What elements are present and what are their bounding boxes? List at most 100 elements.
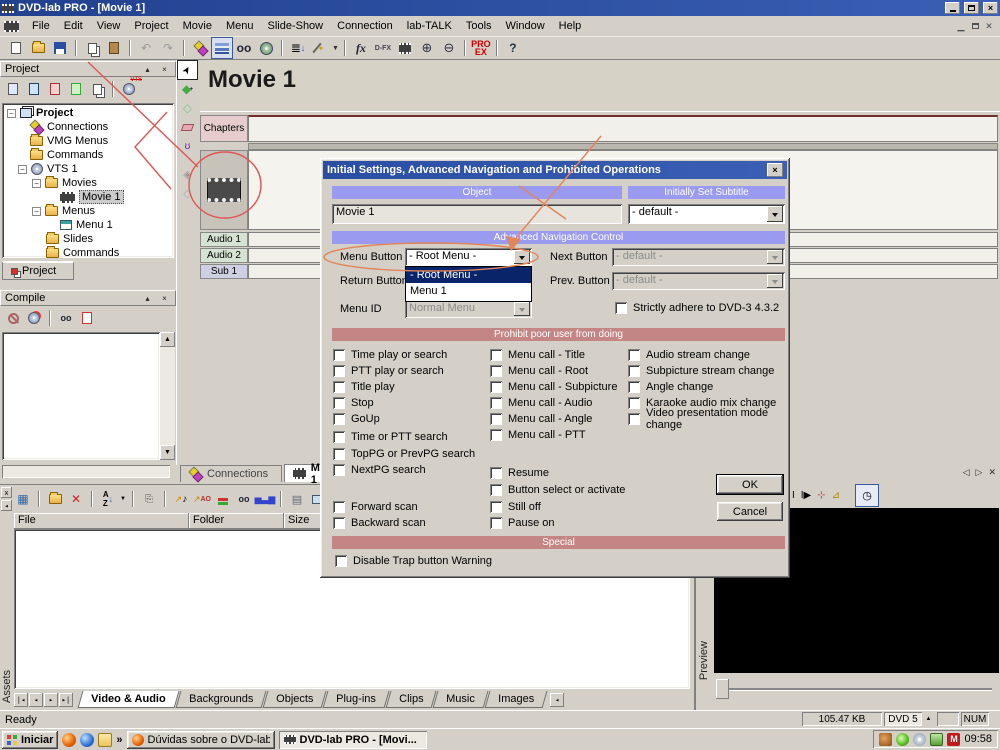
checkbox[interactable] bbox=[628, 397, 640, 409]
dropdown-item-root-menu[interactable]: - Root Menu - bbox=[406, 267, 531, 283]
mdi-minimize-button[interactable]: ▁ bbox=[954, 21, 968, 32]
checkbox[interactable] bbox=[333, 413, 345, 425]
quicklaunch-folder-icon[interactable] bbox=[98, 732, 113, 747]
close-button[interactable]: × bbox=[983, 2, 998, 14]
dropdown-arrow-icon[interactable] bbox=[514, 250, 530, 264]
menu-movie[interactable]: Movie bbox=[176, 18, 219, 34]
extract-audio-icon[interactable]: ↗ ♪ bbox=[172, 491, 190, 508]
checkbox[interactable] bbox=[490, 349, 502, 361]
add-object-icon[interactable] bbox=[88, 81, 106, 98]
prohibit-checkbox-row[interactable]: Menu call - Audio bbox=[490, 396, 592, 410]
dock-right-icon[interactable]: ▷ bbox=[976, 467, 983, 478]
pointer-tool-icon[interactable]: ➤ bbox=[178, 61, 197, 79]
chapter-snap-icon[interactable]: ⊿ bbox=[832, 490, 840, 501]
checkbox[interactable] bbox=[490, 467, 502, 479]
checkbox[interactable] bbox=[490, 484, 502, 496]
panel-close-icon[interactable]: × bbox=[158, 65, 171, 74]
tree-node-movies[interactable]: − Movies bbox=[2, 176, 174, 190]
prohibit-checkbox-row[interactable]: Time play or search bbox=[333, 348, 447, 362]
prohibit-checkbox-row[interactable]: Menu call - Angle bbox=[490, 412, 592, 426]
stop-compile-icon[interactable] bbox=[4, 310, 22, 327]
eraser-tool-icon[interactable] bbox=[178, 118, 197, 136]
disable-trap-checkbox[interactable] bbox=[335, 555, 347, 567]
tray-icon-miranda[interactable]: M bbox=[947, 732, 961, 746]
extract-ac3-icon[interactable]: ↗ AO bbox=[193, 491, 211, 508]
tray-icon-2[interactable] bbox=[896, 732, 910, 746]
tab-next-icon[interactable]: ▸ bbox=[44, 692, 58, 707]
paste-button[interactable] bbox=[104, 38, 124, 58]
add-chapter-tool-icon[interactable]: ◆ + bbox=[178, 80, 197, 98]
sort-dropdown-arrow[interactable]: ▼ bbox=[120, 496, 126, 502]
zoom-out-button[interactable]: ⊖ bbox=[439, 38, 459, 58]
prohibit-checkbox-row[interactable]: Video presentation mode change bbox=[628, 407, 790, 431]
group-tool-icon[interactable]: ʊ bbox=[178, 137, 197, 155]
frame-start-icon[interactable]: I bbox=[792, 490, 795, 501]
prohibit-checkbox-row[interactable]: GoUp bbox=[333, 412, 380, 426]
mdi-restore-button[interactable] bbox=[968, 21, 982, 31]
tab-connections[interactable]: Connections bbox=[180, 465, 282, 482]
inspect-icon[interactable]: oo bbox=[235, 491, 253, 508]
tab-first-icon[interactable]: |◂ bbox=[14, 692, 28, 707]
dropdown-item-menu1[interactable]: Menu 1 bbox=[406, 283, 531, 299]
cell-tool-icon[interactable]: ◇ bbox=[178, 184, 197, 202]
prohibit-checkbox-row[interactable]: Audio stream change bbox=[628, 348, 750, 362]
undo-button[interactable]: ↶ bbox=[136, 38, 156, 58]
preview-close-icon[interactable]: ✕ bbox=[988, 467, 996, 478]
dropdown-arrow-icon[interactable] bbox=[767, 206, 783, 222]
tree-node-menu1[interactable]: Menu 1 bbox=[2, 218, 174, 232]
quicklaunch-browser-icon[interactable] bbox=[80, 732, 95, 747]
video-track-label[interactable] bbox=[200, 150, 248, 230]
waveform-icon[interactable]: ▅▃▆ bbox=[255, 491, 276, 508]
ok-button[interactable]: OK bbox=[716, 474, 784, 495]
checkbox[interactable] bbox=[490, 397, 502, 409]
add-picture-icon[interactable] bbox=[67, 81, 85, 98]
scroll-down-icon[interactable]: ▼ bbox=[160, 445, 175, 460]
checkbox[interactable] bbox=[490, 413, 502, 425]
new-project-button[interactable] bbox=[6, 38, 26, 58]
tree-node-slides[interactable]: Slides bbox=[2, 232, 174, 246]
check-log-icon[interactable]: oo bbox=[57, 310, 75, 327]
menu-labtalk[interactable]: lab-TALK bbox=[400, 18, 459, 34]
transcode-button[interactable] bbox=[256, 38, 276, 58]
prohibit-checkbox-row[interactable]: Menu call - Subpicture bbox=[490, 380, 617, 394]
column-header-folder[interactable]: Folder bbox=[189, 513, 284, 529]
restore-button[interactable] bbox=[964, 2, 979, 14]
sub1-track-label[interactable]: Sub 1 bbox=[200, 264, 248, 279]
open-button[interactable] bbox=[28, 38, 48, 58]
view-mode-icon[interactable]: ▦ bbox=[14, 491, 32, 508]
quicklaunch-firefox-icon[interactable] bbox=[62, 732, 77, 747]
prohibit-checkbox-row[interactable]: Angle change bbox=[628, 380, 713, 394]
wizard-dropdown-arrow[interactable]: ▼ bbox=[332, 45, 339, 52]
checkbox[interactable] bbox=[490, 517, 502, 529]
assets-tab-video-audio[interactable]: Video & Audio bbox=[77, 691, 179, 708]
prohibit-checkbox-row[interactable]: Backward scan bbox=[333, 516, 426, 530]
checkbox[interactable] bbox=[490, 381, 502, 393]
minimize-button[interactable] bbox=[945, 2, 960, 14]
copy-button[interactable] bbox=[82, 38, 102, 58]
wizard-button[interactable]: ✦ bbox=[310, 38, 330, 58]
tree-node-commands2[interactable]: Commands bbox=[2, 246, 174, 258]
checkbox[interactable] bbox=[333, 397, 345, 409]
bitrate-icon[interactable] bbox=[214, 491, 232, 508]
chapter-tool-icon[interactable]: ◇ bbox=[178, 99, 197, 117]
menu-button-dropdown-list[interactable]: - Root Menu - Menu 1 bbox=[405, 266, 532, 302]
tree-node-vts1[interactable]: − VTS 1 bbox=[2, 162, 174, 176]
disc-type-spinner[interactable]: ▲ bbox=[922, 712, 935, 726]
checkbox[interactable] bbox=[333, 501, 345, 513]
checkbox[interactable] bbox=[490, 429, 502, 441]
movie-clip-icon[interactable] bbox=[207, 178, 241, 202]
dialog-close-icon[interactable]: × bbox=[767, 163, 783, 177]
prohibit-checkbox-row[interactable]: Button select or activate bbox=[490, 483, 625, 497]
report-icon[interactable] bbox=[78, 310, 96, 327]
tree-node-project[interactable]: − Project bbox=[2, 106, 174, 120]
help-button[interactable]: ? bbox=[503, 38, 523, 58]
checkbox[interactable] bbox=[333, 431, 345, 443]
pro-ex-button[interactable]: PRO EX bbox=[471, 38, 491, 58]
sort-icon[interactable]: A Z ↓ bbox=[99, 490, 117, 508]
checkbox[interactable] bbox=[333, 464, 345, 476]
connections-view-button[interactable] bbox=[190, 38, 210, 58]
add-vts-icon[interactable]: VTS bbox=[120, 77, 142, 98]
menu-help[interactable]: Help bbox=[552, 18, 589, 34]
taskbar-item-dvdlab[interactable]: DVD-lab PRO - [Movi... bbox=[278, 730, 427, 749]
prohibit-checkbox-row[interactable]: Forward scan bbox=[333, 500, 418, 514]
